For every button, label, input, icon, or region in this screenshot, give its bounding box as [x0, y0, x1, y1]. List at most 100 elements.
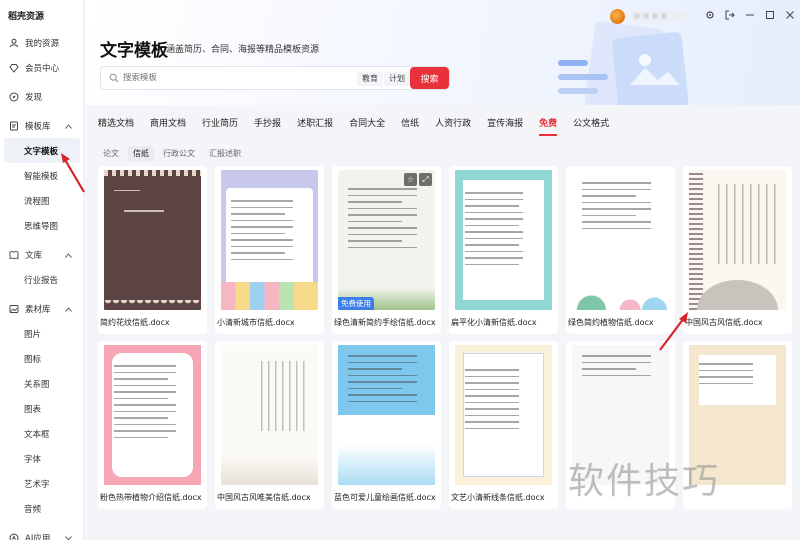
tab-item[interactable]: 手抄报 [246, 116, 289, 132]
template-card[interactable]: 免费使用 ☆ ⤢ 绿色清新简约手绘信纸.docx [332, 166, 441, 334]
chevron-up-icon[interactable] [65, 305, 72, 315]
annotation-arrow-icon [61, 153, 85, 193]
search-bar[interactable]: 教育 计划 [100, 66, 450, 90]
template-thumbnail[interactable] [689, 170, 786, 310]
template-caption[interactable]: 简约花纹信纸.docx [100, 317, 210, 328]
chevron-down-icon[interactable] [65, 534, 72, 540]
sidebar-item-label: 关系图 [24, 379, 50, 390]
tab-item[interactable]: 公文格式 [565, 116, 617, 132]
annotation-arrow-icon [659, 312, 688, 351]
sidebar-item[interactable]: 素材库 [0, 296, 84, 321]
sidebar-item-label: 流程图 [24, 196, 50, 207]
sidebar-item[interactable]: 图表 [0, 396, 84, 421]
subtab-item[interactable]: 汇报述职 [204, 146, 246, 161]
search-input[interactable] [123, 73, 343, 83]
diamond-icon [8, 62, 19, 73]
sidebar-item[interactable]: 关系图 [0, 371, 84, 396]
maximize-icon[interactable] [760, 10, 780, 23]
sidebar-item-label: AI应用 [25, 533, 51, 540]
template-card[interactable]: 简约花纹信纸.docx [98, 166, 207, 334]
template-caption[interactable]: 文艺小清新线条信纸.docx [451, 492, 561, 503]
search-chip[interactable]: 教育 [357, 72, 383, 86]
fullscreen-icon[interactable]: ⤢ [419, 173, 432, 186]
sidebar-item[interactable]: 图片 [0, 321, 84, 346]
template-card[interactable]: 蓝色可爱儿童绘画信纸.docx [332, 341, 441, 509]
minimize-icon[interactable] [740, 10, 760, 23]
template-icon [8, 120, 19, 131]
tab-item[interactable]: 商用文档 [142, 116, 194, 132]
search-chip[interactable]: 计划 [384, 72, 410, 86]
template-caption[interactable]: 小清新城市信纸.docx [217, 317, 327, 328]
template-thumbnail[interactable] [104, 170, 201, 310]
template-card[interactable]: 绿色简约植物信纸.docx [566, 166, 675, 334]
template-thumbnail[interactable] [455, 345, 552, 485]
template-thumbnail[interactable] [104, 345, 201, 485]
template-caption[interactable]: 中国风古风信纸.docx [685, 317, 795, 328]
tab-item[interactable]: 免费 [531, 116, 565, 136]
template-card[interactable]: 扁平化小清新信纸.docx [449, 166, 558, 334]
template-caption[interactable]: 绿色清新简约手绘信纸.docx [334, 317, 444, 328]
template-card[interactable]: 中国风古风信纸.docx [683, 166, 792, 334]
tab-item[interactable]: 宣传海报 [479, 116, 531, 132]
book-icon [8, 249, 19, 260]
exit-icon[interactable] [720, 10, 740, 23]
sidebar-item-label: 字体 [24, 454, 42, 465]
template-card[interactable]: 粉色热带植物介绍信纸.docx [98, 341, 207, 509]
sidebar-item[interactable]: 发现 [0, 84, 84, 109]
template-card[interactable]: 小清新城市信纸.docx [215, 166, 324, 334]
sidebar-item-label: 行业报告 [24, 275, 59, 286]
template-card[interactable]: 文艺小清新线条信纸.docx [449, 341, 558, 509]
template-caption[interactable]: 蓝色可爱儿童绘画信纸.docx [334, 492, 444, 503]
template-card[interactable]: 中国风古风唯美信纸.docx [215, 341, 324, 509]
template-caption[interactable]: 中国风古风唯美信纸.docx [217, 492, 327, 503]
sidebar-item[interactable]: 我的资源 [0, 30, 84, 55]
tab-item[interactable]: 精选文档 [98, 116, 142, 132]
search-button[interactable]: 搜索 [410, 67, 449, 89]
template-caption[interactable]: 粉色热带植物介绍信纸.docx [100, 492, 210, 503]
sidebar-item[interactable]: 行业报告 [0, 267, 84, 292]
favorite-icon[interactable]: ☆ [404, 173, 417, 186]
sidebar-item-label: 发现 [25, 92, 43, 103]
close-icon[interactable] [780, 10, 800, 23]
subtab-item[interactable]: 信纸 [128, 146, 154, 161]
settings-icon[interactable] [700, 10, 720, 23]
subtab-item[interactable]: 论文 [98, 146, 124, 161]
sidebar-item-label: 思维导图 [24, 221, 59, 232]
sidebar-item[interactable]: 图标 [0, 346, 84, 371]
template-thumbnail[interactable] [338, 345, 435, 485]
sidebar-item[interactable]: 艺术字 [0, 471, 84, 496]
tab-item[interactable]: 信纸 [393, 116, 427, 132]
subtab-item[interactable]: 行政公文 [158, 146, 200, 161]
window-controls [610, 6, 800, 26]
tab-item[interactable]: 人资行政 [427, 116, 479, 132]
template-thumbnail[interactable] [572, 170, 669, 310]
chevron-up-icon[interactable] [65, 122, 72, 132]
page-title: 文字模板 [100, 41, 168, 61]
free-badge: 免费使用 [338, 297, 374, 310]
search-icon [109, 73, 119, 83]
card-actions: ☆ ⤢ [404, 173, 432, 186]
sidebar-item-label: 图标 [24, 354, 42, 365]
template-thumbnail[interactable] [221, 345, 318, 485]
points-pill[interactable] [630, 10, 690, 22]
avatar[interactable] [610, 8, 625, 24]
sidebar-item[interactable]: 音频 [0, 496, 84, 521]
sidebar-item-label: 智能模板 [24, 171, 59, 182]
material-icon [8, 303, 19, 314]
sidebar-item[interactable]: 文本框 [0, 421, 84, 446]
chevron-up-icon[interactable] [65, 251, 72, 261]
sidebar-item[interactable]: AI应用 [0, 525, 84, 540]
tab-item[interactable]: 述职汇报 [289, 116, 341, 132]
category-tabs: 精选文档 商用文档 行业简历 手抄报 述职汇报 合同大全 信纸 人资行政 宣传海报 免费 公文格式 [98, 116, 617, 136]
tab-item[interactable]: 行业简历 [194, 116, 246, 132]
template-caption[interactable]: 扁平化小清新信纸.docx [451, 317, 561, 328]
sidebar-item[interactable]: 思维导图 [0, 213, 84, 238]
template-thumbnail[interactable] [221, 170, 318, 310]
sidebar-item[interactable]: 字体 [0, 446, 84, 471]
template-thumbnail[interactable]: 免费使用 ☆ ⤢ [338, 170, 435, 310]
template-thumbnail[interactable] [455, 170, 552, 310]
sidebar-item[interactable]: 模板库 [0, 113, 84, 138]
sidebar-item[interactable]: 文库 [0, 242, 84, 267]
tab-item[interactable]: 合同大全 [341, 116, 393, 132]
sidebar-item[interactable]: 会员中心 [0, 55, 84, 80]
